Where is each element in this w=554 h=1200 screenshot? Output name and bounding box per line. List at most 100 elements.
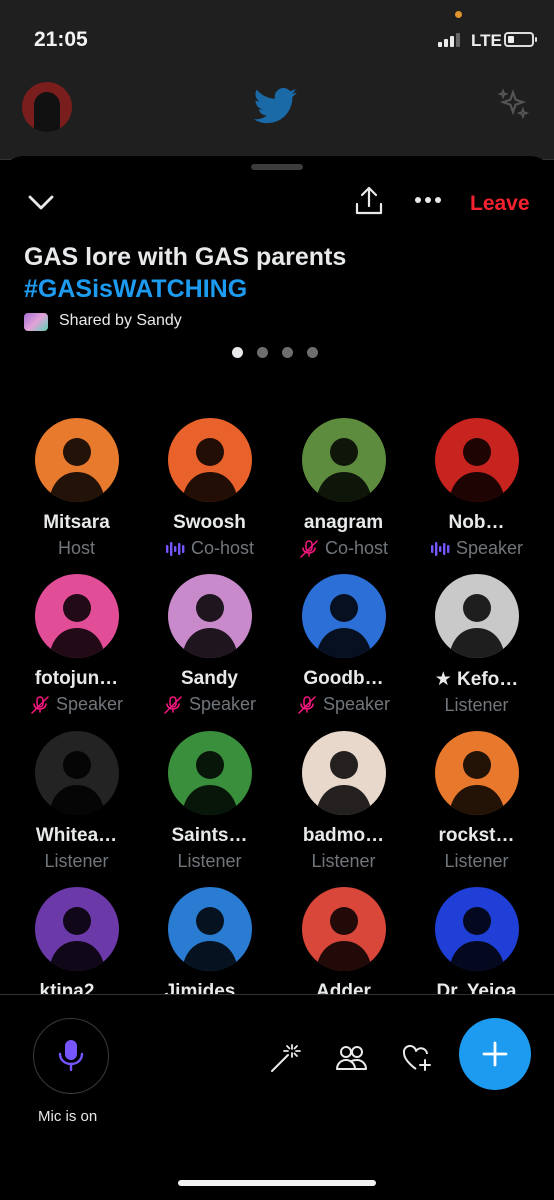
shared-by-avatar	[24, 313, 48, 331]
mic-muted-icon	[164, 695, 182, 714]
page-dot	[257, 347, 268, 358]
participant-avatar[interactable]	[167, 731, 252, 815]
avatar-silhouette	[315, 438, 372, 502]
participant-avatar[interactable]	[434, 887, 519, 971]
participant-role: Co-host	[277, 538, 410, 559]
participant[interactable]: Mitsara Host	[10, 418, 143, 559]
leave-button[interactable]: Leave	[470, 192, 530, 216]
participant-role: Host	[10, 538, 143, 559]
share-icon[interactable]	[352, 184, 386, 218]
battery-icon	[504, 32, 537, 47]
participant-name: Saints…	[171, 825, 248, 846]
chevron-down-icon[interactable]	[26, 190, 56, 214]
space-hashtag[interactable]: #GASisWATCHING	[24, 274, 247, 304]
divider	[0, 994, 554, 995]
participant-avatar[interactable]	[167, 574, 252, 658]
avatar-silhouette	[48, 907, 105, 971]
participant-role-label: Listener	[177, 851, 242, 871]
avatar	[22, 82, 72, 132]
speaking-icon	[430, 541, 450, 556]
avatar-silhouette	[448, 438, 505, 502]
participant[interactable]: Swoosh Co-host	[143, 418, 276, 559]
mic-muted-icon	[298, 695, 316, 714]
avatar-silhouette	[315, 907, 372, 971]
page-dot	[232, 347, 243, 358]
participant[interactable]: badmo… Listener	[277, 731, 410, 872]
background-header	[0, 70, 554, 160]
participant-name: Mitsara	[43, 512, 110, 533]
participant-name: Jimides…	[164, 981, 255, 994]
participant[interactable]: anagram Co-host	[277, 418, 410, 559]
avatar-silhouette	[48, 594, 105, 658]
people-icon[interactable]	[334, 1041, 368, 1075]
participant-avatar[interactable]	[34, 574, 119, 658]
plus-icon	[482, 1041, 508, 1067]
participant-name: anagram	[303, 512, 384, 533]
participant[interactable]: Goodb… Speaker	[277, 574, 410, 715]
home-indicator[interactable]	[178, 1180, 376, 1186]
participant-avatar[interactable]	[167, 418, 252, 502]
avatar-silhouette	[448, 907, 505, 971]
add-button[interactable]	[459, 1018, 531, 1090]
participant-role-label: Speaker	[455, 538, 524, 558]
participant-avatar[interactable]	[434, 574, 519, 658]
participant-avatar[interactable]	[434, 418, 519, 502]
avatar-silhouette	[315, 751, 372, 815]
avatar-silhouette	[181, 594, 238, 658]
participant-avatar[interactable]	[167, 887, 252, 971]
sheet-grabber[interactable]	[251, 164, 303, 170]
speaking-icon	[165, 541, 185, 556]
avatar-silhouette	[181, 907, 238, 971]
participant-role-label: Host	[57, 538, 95, 558]
avatar-silhouette	[48, 751, 105, 815]
avatar-silhouette	[48, 438, 105, 502]
participant-avatar[interactable]	[34, 731, 119, 815]
participant-role-label: Listener	[444, 695, 509, 715]
participant-role-label: Listener	[44, 851, 109, 871]
page-indicator	[232, 347, 318, 358]
participant-name: Dr. Yeioa	[436, 981, 517, 994]
participant[interactable]: Whitea… Listener	[10, 731, 143, 872]
cellular-signal-icon	[438, 33, 460, 47]
participant-avatar[interactable]	[301, 574, 386, 658]
participant-avatar[interactable]	[301, 731, 386, 815]
participant-role-label: Co-host	[324, 538, 389, 558]
participant-avatar[interactable]	[434, 731, 519, 815]
sparkle-icon[interactable]	[496, 88, 530, 122]
participant-role: Listener	[410, 851, 543, 872]
participant-avatar[interactable]	[34, 418, 119, 502]
participant-avatar[interactable]	[34, 887, 119, 971]
participant-name: Swoosh	[173, 512, 246, 533]
participant-role: Listener	[277, 851, 410, 872]
participant-avatar[interactable]	[301, 418, 386, 502]
more-icon[interactable]	[412, 188, 444, 212]
mic-status-label: Mic is on	[38, 1108, 98, 1125]
avatar-silhouette	[181, 438, 238, 502]
participant[interactable]: Saints… Listener	[143, 731, 276, 872]
participant[interactable]: rockst… Listener	[410, 731, 543, 872]
mic-muted-icon	[31, 695, 49, 714]
participant[interactable]: Dr. Yeioa	[410, 887, 543, 994]
magic-wand-icon[interactable]	[268, 1041, 302, 1075]
participant[interactable]: ktina2…	[10, 887, 143, 994]
participant-role: Listener	[143, 851, 276, 872]
heart-add-icon[interactable]	[400, 1041, 434, 1075]
avatar-silhouette	[448, 594, 505, 658]
participant-role-label: Speaker	[322, 694, 391, 714]
participant[interactable]: ★ Kefo… Listener	[410, 574, 543, 716]
participant-name: Whitea…	[35, 825, 118, 846]
participant[interactable]: Jimides…	[143, 887, 276, 994]
participant[interactable]: Adder	[277, 887, 410, 994]
participant[interactable]: fotojun… Speaker	[10, 574, 143, 715]
space-title: GAS lore with GAS parents	[24, 243, 347, 271]
participant[interactable]: Sandy Speaker	[143, 574, 276, 715]
participant-name: ★ Kefo…	[434, 669, 519, 690]
participant-avatar[interactable]	[301, 887, 386, 971]
mic-button[interactable]	[33, 1018, 109, 1094]
participant-role: Co-host	[143, 538, 276, 559]
network-type: LTE	[471, 31, 502, 50]
participant-name: ktina2…	[39, 981, 114, 994]
participant[interactable]: Nob… Speaker	[410, 418, 543, 559]
participant-role: Speaker	[10, 694, 143, 715]
space-sheet: Leave GAS lore with GAS parents #GASisWA…	[0, 156, 554, 1200]
